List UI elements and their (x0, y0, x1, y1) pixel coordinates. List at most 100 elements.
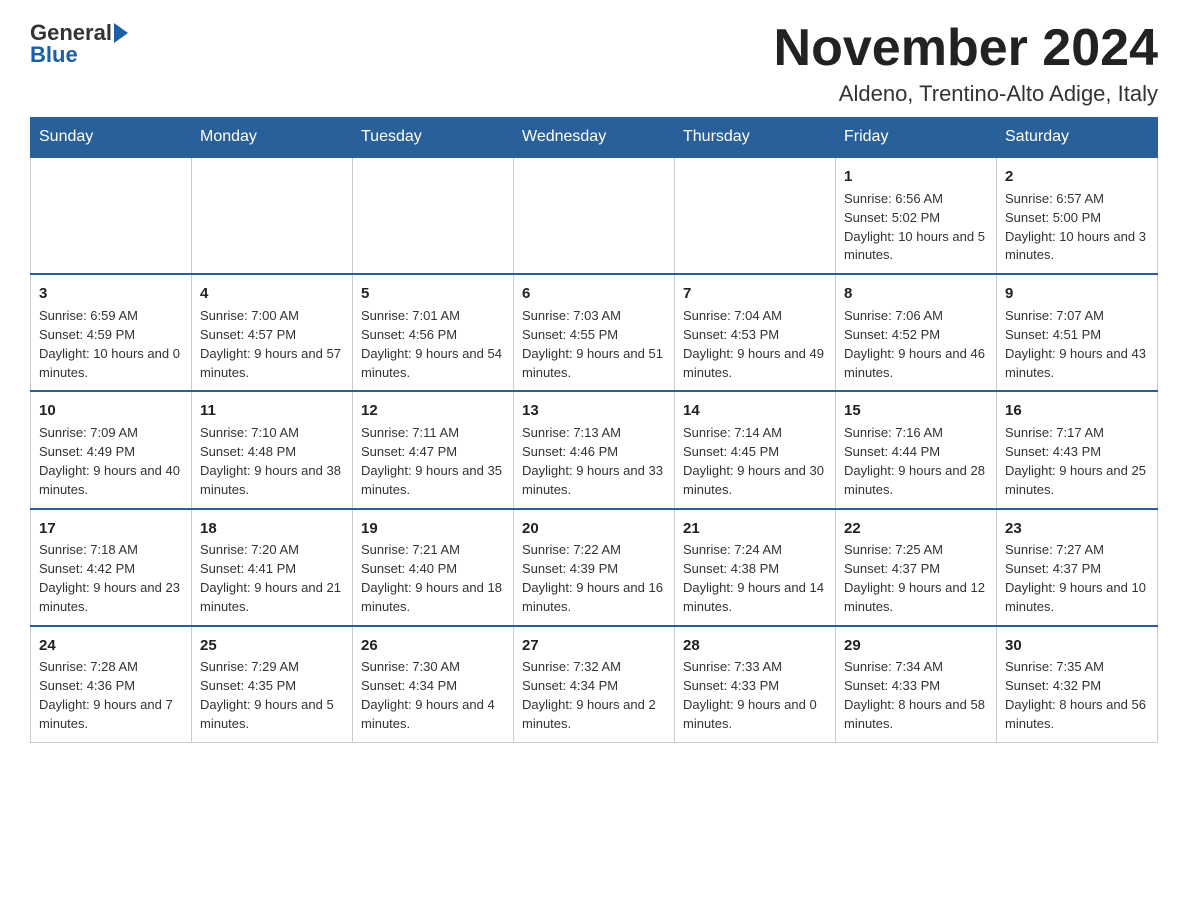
day-info: Sunrise: 7:16 AM Sunset: 4:44 PM Dayligh… (844, 424, 988, 499)
month-title: November 2024 (774, 20, 1158, 77)
day-info: Sunrise: 7:17 AM Sunset: 4:43 PM Dayligh… (1005, 424, 1149, 499)
day-info: Sunrise: 7:32 AM Sunset: 4:34 PM Dayligh… (522, 658, 666, 733)
day-number: 23 (1005, 518, 1149, 540)
day-number: 11 (200, 400, 344, 422)
calendar-cell: 13Sunrise: 7:13 AM Sunset: 4:46 PM Dayli… (514, 391, 675, 508)
day-info: Sunrise: 7:22 AM Sunset: 4:39 PM Dayligh… (522, 541, 666, 616)
day-number: 14 (683, 400, 827, 422)
day-info: Sunrise: 6:59 AM Sunset: 4:59 PM Dayligh… (39, 307, 183, 382)
day-info: Sunrise: 6:57 AM Sunset: 5:00 PM Dayligh… (1005, 190, 1149, 265)
weekday-header-sunday: Sunday (31, 118, 192, 158)
day-info: Sunrise: 7:06 AM Sunset: 4:52 PM Dayligh… (844, 307, 988, 382)
calendar-cell: 19Sunrise: 7:21 AM Sunset: 4:40 PM Dayli… (353, 509, 514, 626)
calendar-cell: 9Sunrise: 7:07 AM Sunset: 4:51 PM Daylig… (997, 274, 1158, 391)
day-info: Sunrise: 7:25 AM Sunset: 4:37 PM Dayligh… (844, 541, 988, 616)
day-number: 1 (844, 166, 988, 188)
day-info: Sunrise: 7:07 AM Sunset: 4:51 PM Dayligh… (1005, 307, 1149, 382)
day-number: 30 (1005, 635, 1149, 657)
title-block: November 2024 Aldeno, Trentino-Alto Adig… (774, 20, 1158, 107)
weekday-header-friday: Friday (836, 118, 997, 158)
day-number: 20 (522, 518, 666, 540)
calendar-cell: 12Sunrise: 7:11 AM Sunset: 4:47 PM Dayli… (353, 391, 514, 508)
day-info: Sunrise: 7:14 AM Sunset: 4:45 PM Dayligh… (683, 424, 827, 499)
day-info: Sunrise: 7:18 AM Sunset: 4:42 PM Dayligh… (39, 541, 183, 616)
day-info: Sunrise: 7:09 AM Sunset: 4:49 PM Dayligh… (39, 424, 183, 499)
day-number: 18 (200, 518, 344, 540)
day-info: Sunrise: 7:01 AM Sunset: 4:56 PM Dayligh… (361, 307, 505, 382)
calendar-cell: 28Sunrise: 7:33 AM Sunset: 4:33 PM Dayli… (675, 626, 836, 743)
day-info: Sunrise: 6:56 AM Sunset: 5:02 PM Dayligh… (844, 190, 988, 265)
weekday-header-wednesday: Wednesday (514, 118, 675, 158)
day-number: 15 (844, 400, 988, 422)
calendar-table: SundayMondayTuesdayWednesdayThursdayFrid… (30, 117, 1158, 743)
day-info: Sunrise: 7:13 AM Sunset: 4:46 PM Dayligh… (522, 424, 666, 499)
day-number: 27 (522, 635, 666, 657)
day-number: 17 (39, 518, 183, 540)
calendar-week-row: 10Sunrise: 7:09 AM Sunset: 4:49 PM Dayli… (31, 391, 1158, 508)
calendar-cell (514, 157, 675, 274)
day-info: Sunrise: 7:28 AM Sunset: 4:36 PM Dayligh… (39, 658, 183, 733)
calendar-cell: 1Sunrise: 6:56 AM Sunset: 5:02 PM Daylig… (836, 157, 997, 274)
calendar-cell: 3Sunrise: 6:59 AM Sunset: 4:59 PM Daylig… (31, 274, 192, 391)
calendar-cell (675, 157, 836, 274)
calendar-cell: 2Sunrise: 6:57 AM Sunset: 5:00 PM Daylig… (997, 157, 1158, 274)
calendar-week-row: 17Sunrise: 7:18 AM Sunset: 4:42 PM Dayli… (31, 509, 1158, 626)
calendar-cell: 14Sunrise: 7:14 AM Sunset: 4:45 PM Dayli… (675, 391, 836, 508)
day-number: 13 (522, 400, 666, 422)
day-number: 5 (361, 283, 505, 305)
calendar-cell: 29Sunrise: 7:34 AM Sunset: 4:33 PM Dayli… (836, 626, 997, 743)
day-number: 3 (39, 283, 183, 305)
day-info: Sunrise: 7:24 AM Sunset: 4:38 PM Dayligh… (683, 541, 827, 616)
calendar-cell: 30Sunrise: 7:35 AM Sunset: 4:32 PM Dayli… (997, 626, 1158, 743)
logo: General Blue (30, 20, 128, 68)
day-info: Sunrise: 7:21 AM Sunset: 4:40 PM Dayligh… (361, 541, 505, 616)
calendar-cell: 5Sunrise: 7:01 AM Sunset: 4:56 PM Daylig… (353, 274, 514, 391)
calendar-cell (353, 157, 514, 274)
day-info: Sunrise: 7:00 AM Sunset: 4:57 PM Dayligh… (200, 307, 344, 382)
day-number: 26 (361, 635, 505, 657)
calendar-cell: 6Sunrise: 7:03 AM Sunset: 4:55 PM Daylig… (514, 274, 675, 391)
day-number: 16 (1005, 400, 1149, 422)
day-info: Sunrise: 7:03 AM Sunset: 4:55 PM Dayligh… (522, 307, 666, 382)
day-info: Sunrise: 7:29 AM Sunset: 4:35 PM Dayligh… (200, 658, 344, 733)
calendar-cell: 22Sunrise: 7:25 AM Sunset: 4:37 PM Dayli… (836, 509, 997, 626)
day-info: Sunrise: 7:27 AM Sunset: 4:37 PM Dayligh… (1005, 541, 1149, 616)
day-number: 19 (361, 518, 505, 540)
calendar-cell: 8Sunrise: 7:06 AM Sunset: 4:52 PM Daylig… (836, 274, 997, 391)
page-header: General Blue November 2024 Aldeno, Trent… (30, 20, 1158, 107)
day-number: 4 (200, 283, 344, 305)
calendar-cell: 4Sunrise: 7:00 AM Sunset: 4:57 PM Daylig… (192, 274, 353, 391)
calendar-header-row: SundayMondayTuesdayWednesdayThursdayFrid… (31, 118, 1158, 158)
day-info: Sunrise: 7:20 AM Sunset: 4:41 PM Dayligh… (200, 541, 344, 616)
calendar-cell: 21Sunrise: 7:24 AM Sunset: 4:38 PM Dayli… (675, 509, 836, 626)
logo-arrow-icon (114, 23, 128, 43)
day-number: 12 (361, 400, 505, 422)
calendar-cell: 25Sunrise: 7:29 AM Sunset: 4:35 PM Dayli… (192, 626, 353, 743)
day-number: 28 (683, 635, 827, 657)
weekday-header-saturday: Saturday (997, 118, 1158, 158)
day-number: 10 (39, 400, 183, 422)
location-title: Aldeno, Trentino-Alto Adige, Italy (774, 81, 1158, 107)
day-number: 24 (39, 635, 183, 657)
day-info: Sunrise: 7:04 AM Sunset: 4:53 PM Dayligh… (683, 307, 827, 382)
calendar-cell: 15Sunrise: 7:16 AM Sunset: 4:44 PM Dayli… (836, 391, 997, 508)
weekday-header-monday: Monday (192, 118, 353, 158)
calendar-cell (192, 157, 353, 274)
calendar-cell: 17Sunrise: 7:18 AM Sunset: 4:42 PM Dayli… (31, 509, 192, 626)
day-number: 6 (522, 283, 666, 305)
day-number: 8 (844, 283, 988, 305)
day-number: 25 (200, 635, 344, 657)
day-info: Sunrise: 7:30 AM Sunset: 4:34 PM Dayligh… (361, 658, 505, 733)
calendar-cell: 26Sunrise: 7:30 AM Sunset: 4:34 PM Dayli… (353, 626, 514, 743)
calendar-cell: 11Sunrise: 7:10 AM Sunset: 4:48 PM Dayli… (192, 391, 353, 508)
calendar-week-row: 3Sunrise: 6:59 AM Sunset: 4:59 PM Daylig… (31, 274, 1158, 391)
calendar-cell: 27Sunrise: 7:32 AM Sunset: 4:34 PM Dayli… (514, 626, 675, 743)
calendar-cell: 10Sunrise: 7:09 AM Sunset: 4:49 PM Dayli… (31, 391, 192, 508)
calendar-week-row: 24Sunrise: 7:28 AM Sunset: 4:36 PM Dayli… (31, 626, 1158, 743)
calendar-cell (31, 157, 192, 274)
day-number: 9 (1005, 283, 1149, 305)
day-info: Sunrise: 7:34 AM Sunset: 4:33 PM Dayligh… (844, 658, 988, 733)
calendar-cell: 24Sunrise: 7:28 AM Sunset: 4:36 PM Dayli… (31, 626, 192, 743)
day-info: Sunrise: 7:11 AM Sunset: 4:47 PM Dayligh… (361, 424, 505, 499)
day-number: 29 (844, 635, 988, 657)
